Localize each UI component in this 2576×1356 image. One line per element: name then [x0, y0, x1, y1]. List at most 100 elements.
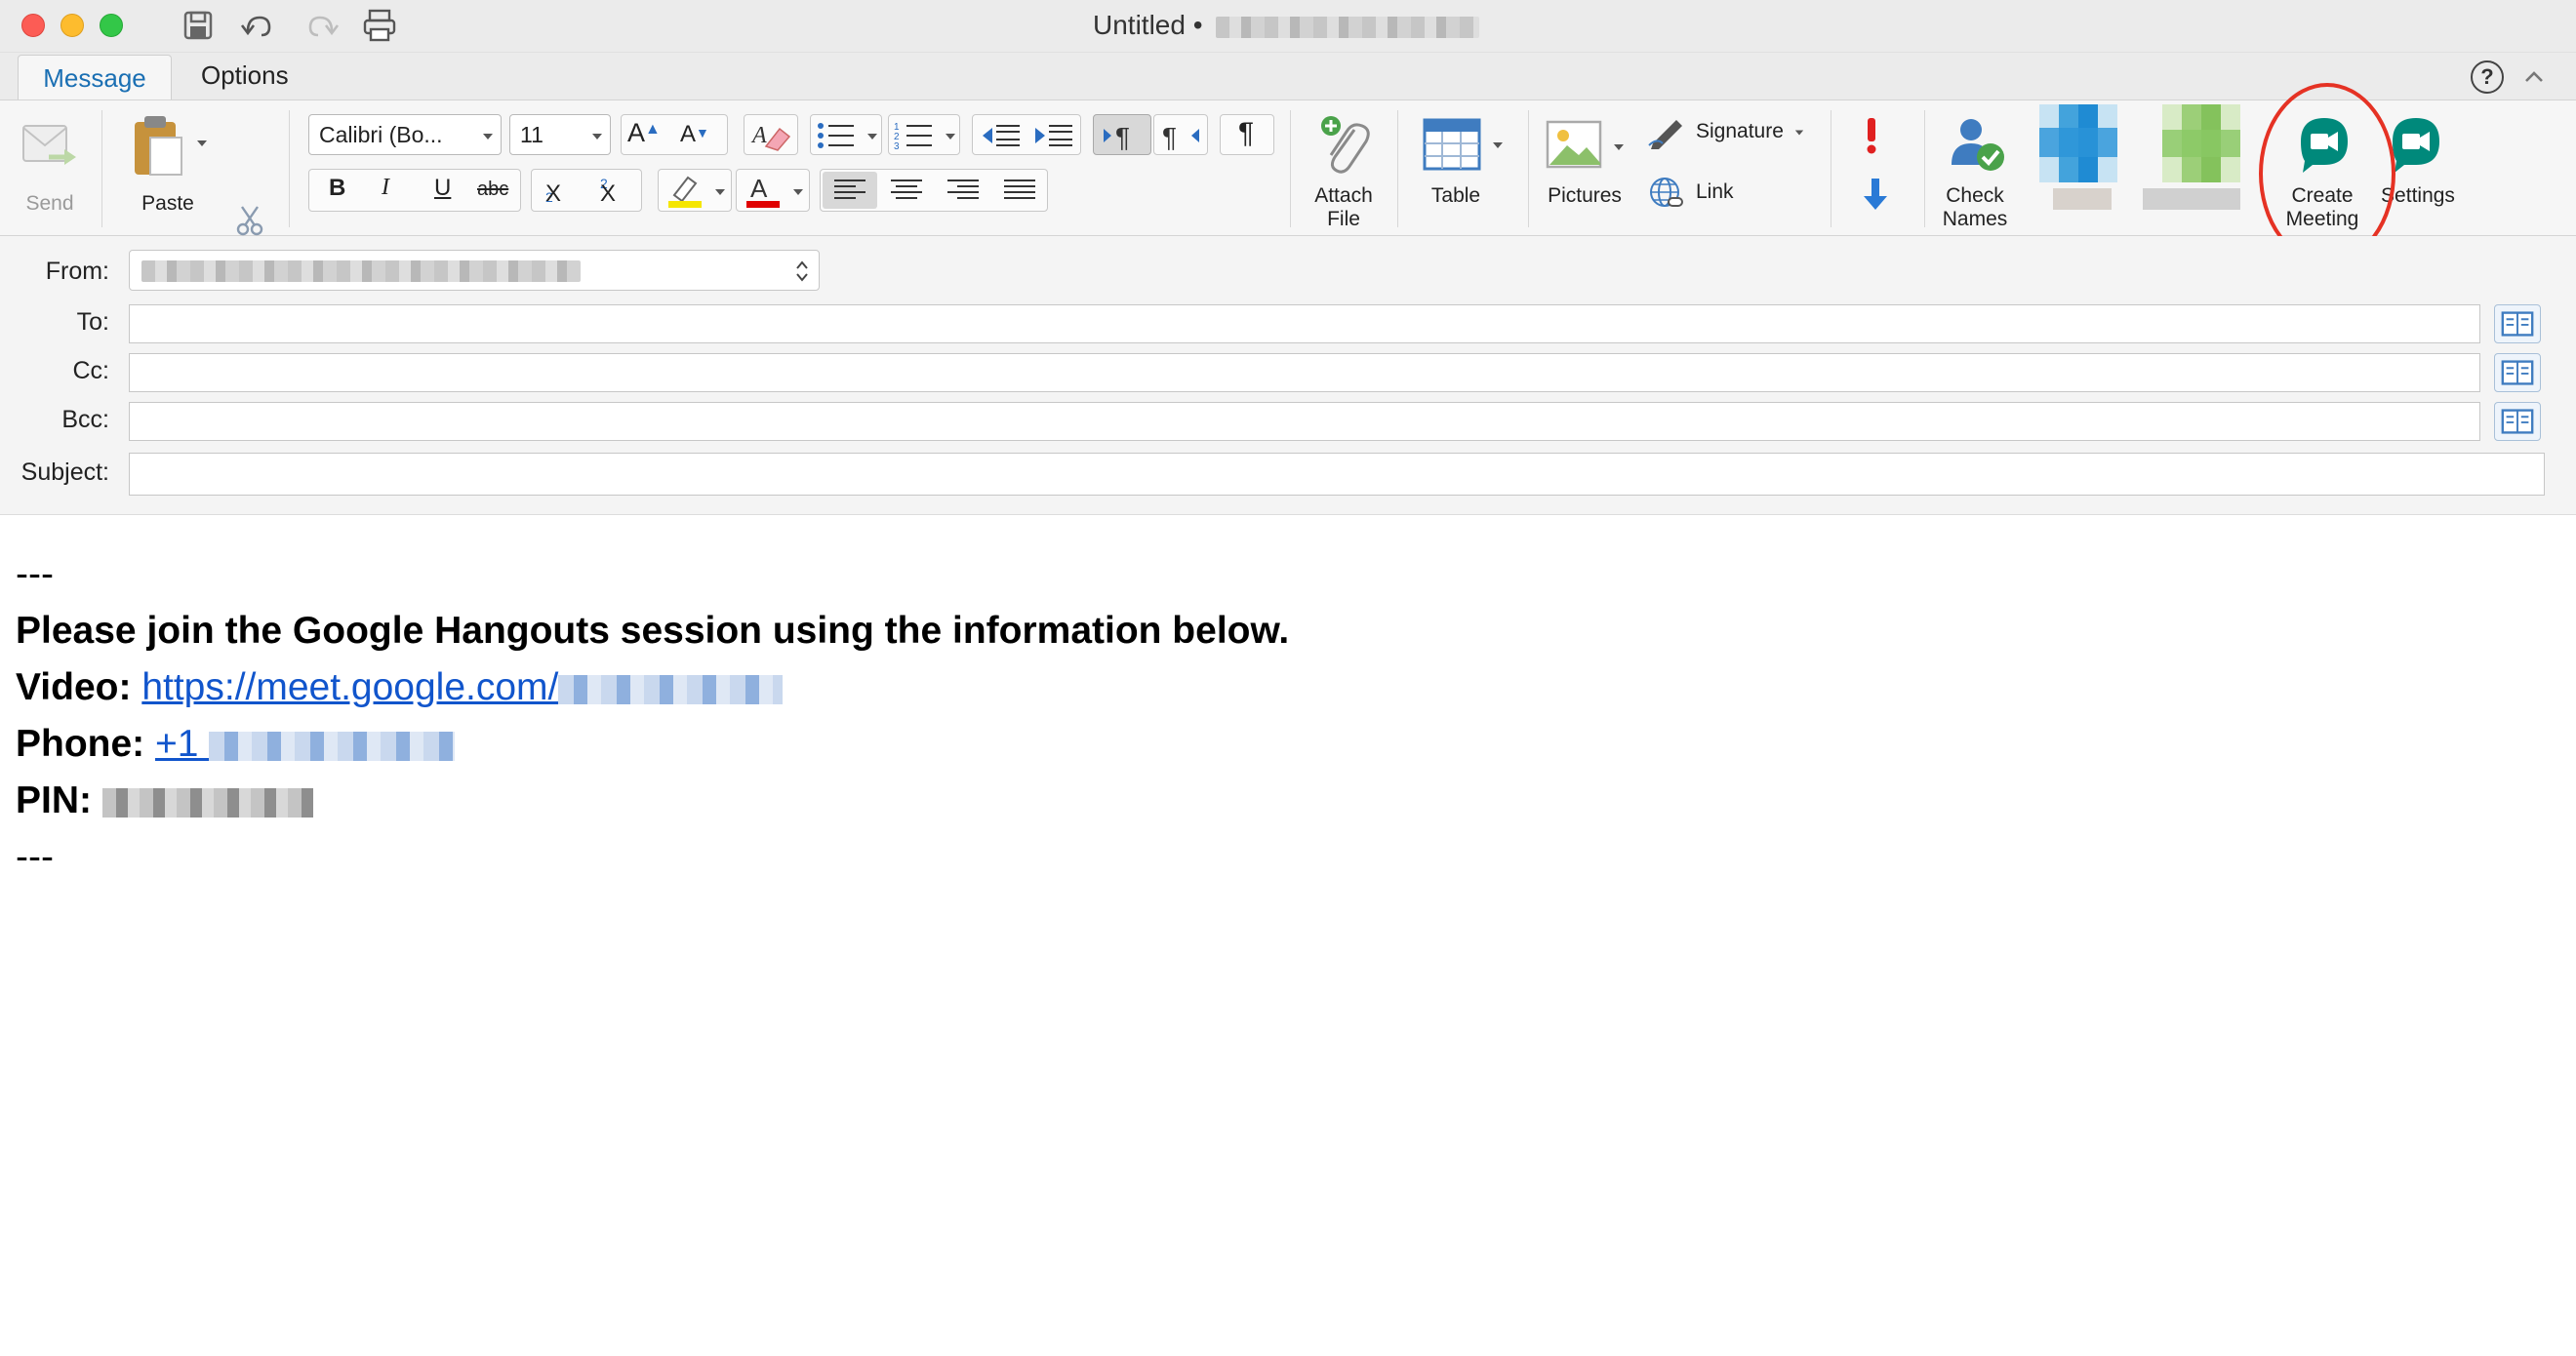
- table-button[interactable]: Table: [1417, 110, 1520, 218]
- svg-text:¶: ¶: [1115, 122, 1130, 152]
- align-center-icon[interactable]: [879, 172, 934, 209]
- grow-font-icon[interactable]: A▲: [627, 118, 661, 148]
- to-field[interactable]: [129, 304, 2480, 343]
- link-button[interactable]: Link: [1645, 173, 1762, 212]
- redo-icon[interactable]: [304, 8, 342, 43]
- meet-phone-link[interactable]: +1: [155, 723, 456, 765]
- close-window-button[interactable]: [21, 14, 45, 37]
- redacted-sender: [1216, 16, 1480, 38]
- paste-button[interactable]: Paste: [121, 108, 215, 221]
- create-meeting-button[interactable]: Create Meeting: [2274, 110, 2371, 231]
- superscript-button[interactable]: X2: [600, 176, 616, 207]
- chevron-down-icon: [1493, 142, 1503, 148]
- shrink-font-icon[interactable]: A▼: [680, 121, 709, 148]
- underline-button[interactable]: U: [434, 175, 451, 202]
- create-meeting-label: Create Meeting: [2285, 184, 2359, 230]
- subject-label: Subject:: [20, 459, 109, 486]
- ltr-paragraph-button[interactable]: ¶: [1093, 114, 1151, 155]
- undo-icon[interactable]: [238, 8, 275, 43]
- google-meet-icon: [2301, 118, 2348, 173]
- send-label: Send: [25, 192, 74, 215]
- ribbon-tabs: Message Options ?: [0, 53, 2576, 100]
- video-line: Video: https://meet.google.com/: [16, 659, 1289, 716]
- settings-label: Settings: [2381, 184, 2455, 207]
- from-account-select[interactable]: [129, 250, 820, 291]
- send-button[interactable]: Send: [14, 114, 86, 221]
- bold-button[interactable]: B: [329, 175, 345, 202]
- redacted-addin-button[interactable]: [2039, 104, 2117, 212]
- meet-settings-button[interactable]: Settings: [2369, 110, 2467, 218]
- align-right-icon[interactable]: [936, 172, 990, 209]
- message-body[interactable]: --- Please join the Google Hangouts sess…: [16, 546, 1289, 886]
- signature-button[interactable]: Signature: [1645, 114, 1811, 149]
- subscript-button[interactable]: X2: [545, 176, 561, 207]
- numbering-button[interactable]: 123: [888, 114, 960, 155]
- minimize-window-button[interactable]: [60, 14, 84, 37]
- bullets-button[interactable]: [810, 114, 882, 155]
- font-style-group: B I U abc: [308, 169, 521, 212]
- increase-indent-icon[interactable]: [1031, 120, 1076, 151]
- highlight-button[interactable]: [658, 169, 732, 212]
- justify-icon[interactable]: [992, 172, 1047, 209]
- low-importance-icon[interactable]: [1860, 177, 1891, 212]
- strikethrough-button[interactable]: abc: [477, 179, 508, 201]
- chevron-down-icon: [793, 189, 803, 195]
- bcc-field[interactable]: [129, 402, 2480, 441]
- zoom-window-button[interactable]: [100, 14, 123, 37]
- check-names-label: Check Names: [1942, 184, 2008, 230]
- rtl-paragraph-button[interactable]: ¶: [1153, 114, 1208, 155]
- align-left-icon[interactable]: [823, 172, 877, 209]
- italic-button[interactable]: I: [382, 175, 389, 201]
- decrease-indent-icon[interactable]: [979, 120, 1024, 151]
- pictures-button[interactable]: Pictures: [1538, 110, 1647, 218]
- ribbon-divider: [1924, 110, 1925, 227]
- pin-label: PIN:: [16, 779, 92, 821]
- cut-icon[interactable]: [234, 204, 265, 237]
- pictures-label: Pictures: [1548, 184, 1622, 207]
- font-color-button[interactable]: A: [736, 169, 810, 212]
- attach-file-button[interactable]: Attach File: [1302, 110, 1386, 231]
- font-size-select[interactable]: 11: [509, 114, 611, 155]
- ribbon-divider: [289, 110, 290, 227]
- collapse-ribbon-icon[interactable]: [2519, 62, 2549, 92]
- help-icon[interactable]: ?: [2471, 60, 2504, 94]
- picture-icon: [1546, 120, 1602, 169]
- font-name-select[interactable]: Calibri (Bo...: [308, 114, 502, 155]
- address-book-icon: [2501, 311, 2534, 337]
- redacted-pin: [101, 787, 313, 818]
- save-icon[interactable]: [180, 8, 217, 43]
- show-formatting-button[interactable]: ¶: [1220, 114, 1274, 155]
- check-names-icon: [1952, 119, 2004, 171]
- clear-formatting-button[interactable]: A: [744, 114, 798, 155]
- alignment-group: [820, 169, 1048, 212]
- right-to-left-icon: ¶: [1162, 122, 1199, 152]
- bullet-list-icon: [818, 123, 854, 148]
- to-address-book-button[interactable]: [2494, 304, 2541, 343]
- print-icon[interactable]: [361, 8, 398, 43]
- paste-label: Paste: [141, 192, 194, 215]
- redacted-addin-button[interactable]: [2143, 104, 2244, 212]
- table-icon: [1423, 118, 1481, 171]
- title-bar: Untitled •: [0, 0, 2576, 53]
- tab-options[interactable]: Options: [178, 53, 312, 100]
- address-book-icon: [2501, 360, 2534, 385]
- cc-address-book-button[interactable]: [2494, 353, 2541, 392]
- bcc-address-book-button[interactable]: [2494, 402, 2541, 441]
- paste-dropdown-icon[interactable]: [195, 138, 209, 149]
- hangouts-invite-text: Please join the Google Hangouts session …: [16, 610, 1290, 652]
- subject-field[interactable]: [129, 453, 2545, 496]
- cc-field[interactable]: [129, 353, 2480, 392]
- window-title: Untitled •: [1093, 10, 1480, 41]
- high-importance-icon[interactable]: [1860, 116, 1883, 155]
- left-to-right-icon: ¶: [1104, 122, 1130, 152]
- tab-message[interactable]: Message: [18, 55, 172, 100]
- body-separator-bottom: ---: [16, 836, 54, 878]
- check-names-button[interactable]: Check Names: [1928, 110, 2022, 231]
- select-stepper-icon: [796, 260, 808, 282]
- body-separator-top: ---: [16, 553, 54, 595]
- script-group: X2 X2: [531, 169, 642, 212]
- chevron-down-icon: [715, 189, 725, 195]
- numbered-list-icon: 123: [894, 122, 932, 151]
- chevron-down-icon: [483, 134, 493, 140]
- meet-video-link[interactable]: https://meet.google.com/: [141, 666, 784, 708]
